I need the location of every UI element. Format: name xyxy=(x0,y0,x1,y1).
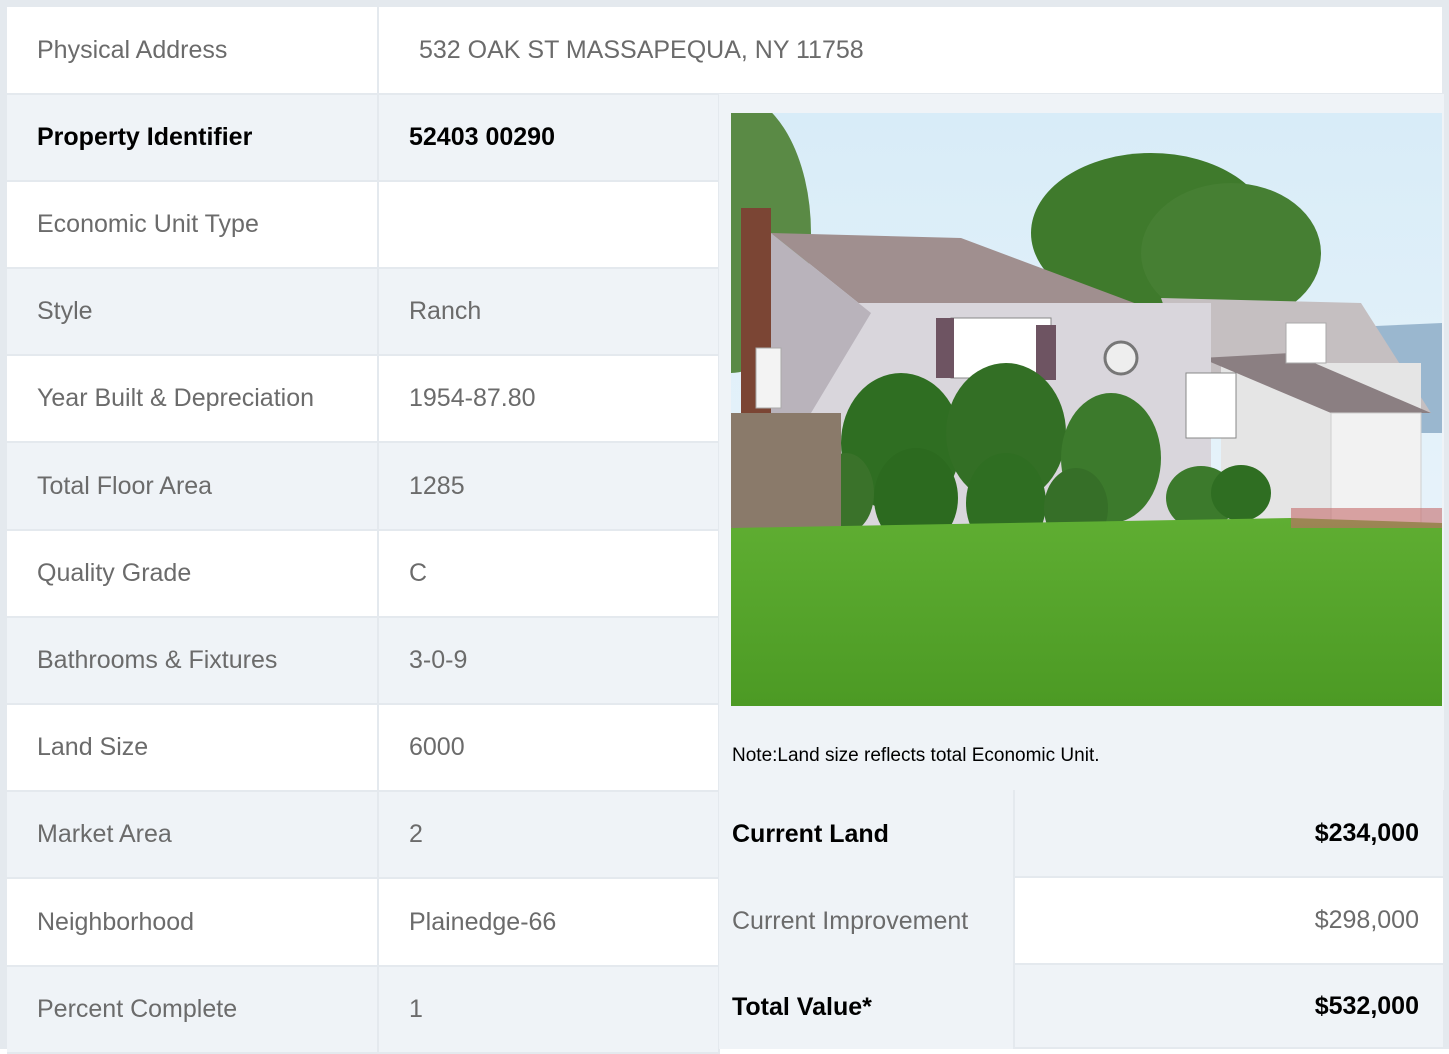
row-value: Ranch xyxy=(379,269,720,356)
row-label: Property Identifier xyxy=(7,95,379,182)
value-amount: $234,000 xyxy=(1015,790,1445,878)
row-value xyxy=(379,182,720,269)
row-value: C xyxy=(379,531,720,618)
physical-address-label: Physical Address xyxy=(7,7,379,95)
row-value: 1285 xyxy=(379,443,720,531)
row-label: Year Built & Depreciation xyxy=(7,356,379,443)
house-photo xyxy=(731,113,1442,706)
row-label: Percent Complete xyxy=(7,967,379,1054)
value-label: Current Land xyxy=(719,790,1015,878)
row-label: Style xyxy=(7,269,379,356)
row-label: Market Area xyxy=(7,792,379,879)
row-value: 52403 00290 xyxy=(379,95,720,182)
row-value: 2 xyxy=(379,792,720,879)
value-label: Total Value* xyxy=(719,965,1015,1049)
row-value: Plainedge-66 xyxy=(379,879,720,967)
row-label: Neighborhood xyxy=(7,879,379,967)
row-value: 3-0-9 xyxy=(379,618,720,705)
value-label: Current Improvement xyxy=(719,878,1015,965)
row-value: 1 xyxy=(379,967,720,1054)
row-label: Total Floor Area xyxy=(7,443,379,531)
physical-address-value: 532 OAK ST MASSAPEQUA, NY 11758 xyxy=(379,7,1444,95)
row-label: Economic Unit Type xyxy=(7,182,379,269)
value-amount: $298,000 xyxy=(1015,878,1445,965)
row-label: Quality Grade xyxy=(7,531,379,618)
land-size-note: Note:Land size reflects total Economic U… xyxy=(732,745,1100,766)
row-value: 1954-87.80 xyxy=(379,356,720,443)
row-label: Land Size xyxy=(7,705,379,792)
value-amount: $532,000 xyxy=(1015,965,1445,1049)
row-label: Bathrooms & Fixtures xyxy=(7,618,379,705)
row-value: 6000 xyxy=(379,705,720,792)
